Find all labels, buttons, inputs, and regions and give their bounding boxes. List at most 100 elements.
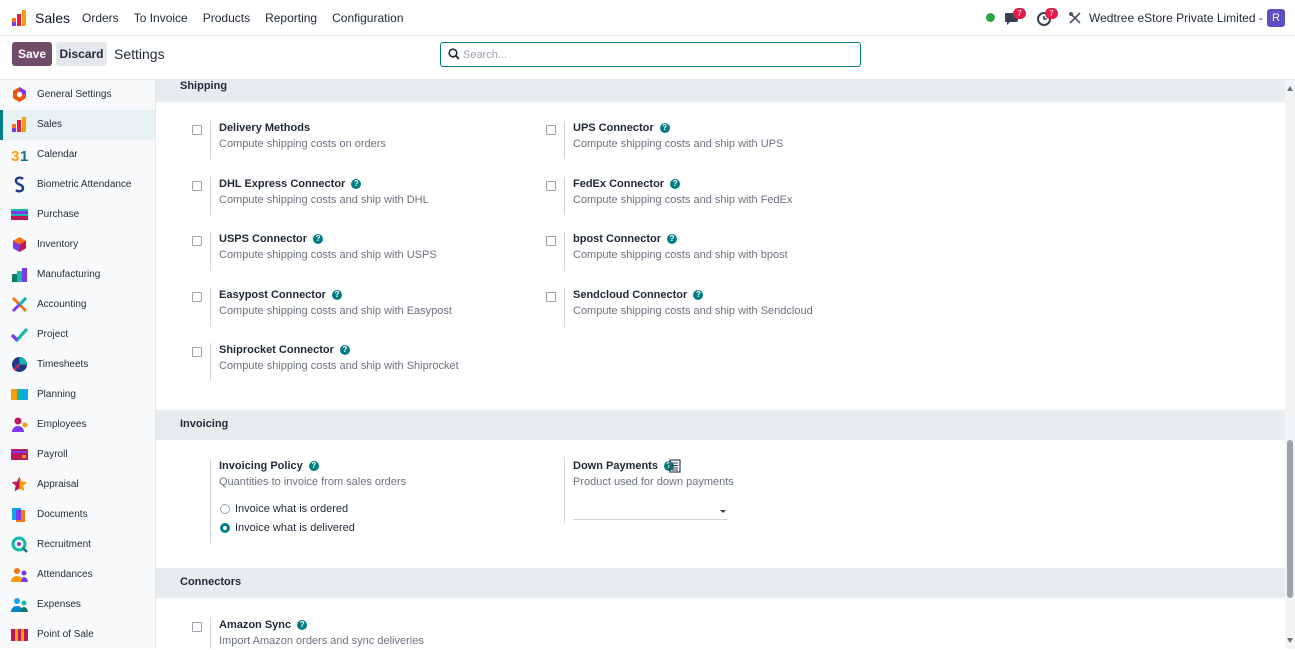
delivery-methods-checkbox[interactable]	[192, 125, 202, 135]
menu-products[interactable]: Products	[203, 11, 250, 25]
discard-button[interactable]: Discard	[56, 42, 107, 66]
sales-bar-chart-icon[interactable]	[11, 9, 29, 27]
biometric-icon	[14, 176, 25, 193]
sidebar-item-recruitment[interactable]: Recruitment	[0, 530, 155, 560]
purchase-icon	[11, 209, 28, 220]
fedex-connector-checkbox[interactable]	[546, 181, 556, 191]
save-button[interactable]: Save	[12, 42, 52, 66]
section-title: Shipping	[180, 80, 228, 92]
sidebar-item-planning[interactable]: Planning	[0, 380, 155, 410]
help-icon[interactable]: ?	[659, 123, 670, 133]
setting-divider	[210, 288, 211, 326]
project-icon	[11, 327, 28, 343]
setting-divider	[564, 121, 565, 159]
sidebar-item-inventory[interactable]: Inventory	[0, 230, 155, 260]
menu-orders[interactable]: Orders	[82, 11, 119, 25]
help-icon[interactable]: ?	[331, 290, 342, 300]
ups-connector-checkbox[interactable]	[546, 125, 556, 135]
section-header-shipping: Shipping	[156, 80, 1285, 102]
setting-description: Compute shipping costs and ship with Shi…	[219, 360, 459, 372]
setting-title: Easypost Connector?	[219, 289, 342, 301]
calendar-icon: 3 1	[11, 148, 28, 163]
down-payment-product-select[interactable]	[573, 504, 728, 520]
sidebar-item-documents[interactable]: Documents	[0, 500, 155, 530]
sidebar-item-label: Appraisal	[37, 479, 79, 490]
sidebar-item-label: Recruitment	[37, 539, 91, 550]
app-name[interactable]: Sales	[35, 10, 70, 26]
scrollbar-thumb[interactable]	[1287, 440, 1293, 598]
vertical-scrollbar[interactable]	[1285, 80, 1295, 649]
help-icon[interactable]: ?	[351, 179, 362, 189]
sidebar-item-label: Project	[37, 329, 69, 340]
setting-title: Amazon Sync?	[219, 619, 308, 631]
setting-divider	[210, 177, 211, 215]
help-icon[interactable]: ?	[297, 620, 308, 630]
sidebar-item-label: Planning	[37, 389, 76, 400]
setting-description: Compute shipping costs and ship with bpo…	[573, 249, 788, 261]
amazon-sync-checkbox[interactable]	[192, 622, 202, 632]
sidebar-item-manufacturing[interactable]: Manufacturing	[0, 260, 155, 290]
sidebar-item-biometric-attendance[interactable]: Biometric Attendance	[0, 170, 155, 200]
easypost-connector-checkbox[interactable]	[192, 292, 202, 302]
setting-description: Quantities to invoice from sales orders	[219, 476, 407, 488]
top-navbar: Sales Orders To Invoice Products Reporti…	[0, 0, 1295, 36]
setting-title: Down Payments?	[573, 460, 674, 472]
sidebar-item-label: Documents	[37, 509, 88, 520]
menu-reporting[interactable]: Reporting	[265, 11, 317, 25]
sidebar-item-sales[interactable]: Sales	[0, 110, 155, 140]
sidebar-item-calendar[interactable]: 3 1 Calendar	[0, 140, 155, 170]
setting-divider	[564, 177, 565, 215]
sidebar-item-project[interactable]: Project	[0, 320, 155, 350]
settings-sidebar: General Settings Sales 3 1 Calendar Biom…	[0, 80, 156, 649]
sales-icon	[12, 117, 26, 132]
sidebar-item-payroll[interactable]: Payroll	[0, 440, 155, 470]
sidebar-item-accounting[interactable]: Accounting	[0, 290, 155, 320]
scroll-down-icon[interactable]	[1287, 638, 1293, 643]
company-switcher[interactable]: Wedtree eStore Private Limited - HO	[1089, 11, 1284, 25]
section-title: Invoicing	[180, 418, 229, 430]
radio-invoice-ordered[interactable]	[220, 504, 230, 514]
sendcloud-connector-checkbox[interactable]	[546, 292, 556, 302]
sidebar-item-label: Sales	[37, 119, 63, 130]
search-icon	[448, 48, 460, 60]
sidebar-item-point-of-sale[interactable]: Point of Sale	[0, 620, 155, 650]
setting-description: Compute shipping costs and ship with DHL	[219, 194, 429, 206]
help-icon[interactable]: ?	[670, 179, 681, 189]
inventory-icon	[13, 237, 26, 252]
radio-invoice-delivered[interactable]	[220, 523, 230, 533]
setting-description: Compute shipping costs and ship with Sen…	[573, 305, 813, 317]
shiprocket-connector-checkbox[interactable]	[192, 347, 202, 357]
main-menu: Orders To Invoice Products Reporting Con…	[82, 11, 419, 25]
sidebar-item-timesheets[interactable]: Timesheets	[0, 350, 155, 380]
help-icon[interactable]: ?	[308, 461, 319, 471]
help-icon[interactable]: ?	[339, 345, 350, 355]
search-input[interactable]	[463, 46, 853, 63]
help-icon[interactable]: ?	[667, 234, 677, 244]
help-icon[interactable]: ?	[693, 290, 704, 300]
usps-connector-checkbox[interactable]	[192, 236, 202, 246]
menu-configuration[interactable]: Configuration	[332, 11, 403, 25]
sidebar-item-expenses[interactable]: Expenses	[0, 590, 155, 620]
sidebar-item-general-settings[interactable]: General Settings	[0, 80, 155, 110]
tools-icon[interactable]	[1067, 10, 1083, 26]
search-box	[440, 42, 861, 67]
setting-divider	[564, 232, 565, 270]
dhl-connector-checkbox[interactable]	[192, 181, 202, 191]
planning-icon	[11, 389, 28, 400]
sidebar-item-employees[interactable]: Employees	[0, 410, 155, 440]
database-icon[interactable]	[669, 459, 681, 473]
bpost-connector-checkbox[interactable]	[546, 236, 556, 246]
user-avatar[interactable]: R	[1267, 9, 1285, 27]
help-icon[interactable]: ?	[313, 234, 324, 244]
sidebar-item-label: Point of Sale	[37, 629, 94, 640]
attendances-icon	[11, 568, 28, 582]
section-header-connectors: Connectors	[156, 568, 1285, 598]
appraisal-icon	[11, 476, 28, 492]
sidebar-item-appraisal[interactable]: Appraisal	[0, 470, 155, 500]
sidebar-item-attendances[interactable]: Attendances	[0, 560, 155, 590]
scroll-up-icon[interactable]	[1287, 86, 1293, 91]
menu-to-invoice[interactable]: To Invoice	[134, 11, 188, 25]
status-dot-icon[interactable]	[986, 13, 995, 22]
sidebar-item-purchase[interactable]: Purchase	[0, 200, 155, 230]
documents-icon	[12, 508, 25, 522]
